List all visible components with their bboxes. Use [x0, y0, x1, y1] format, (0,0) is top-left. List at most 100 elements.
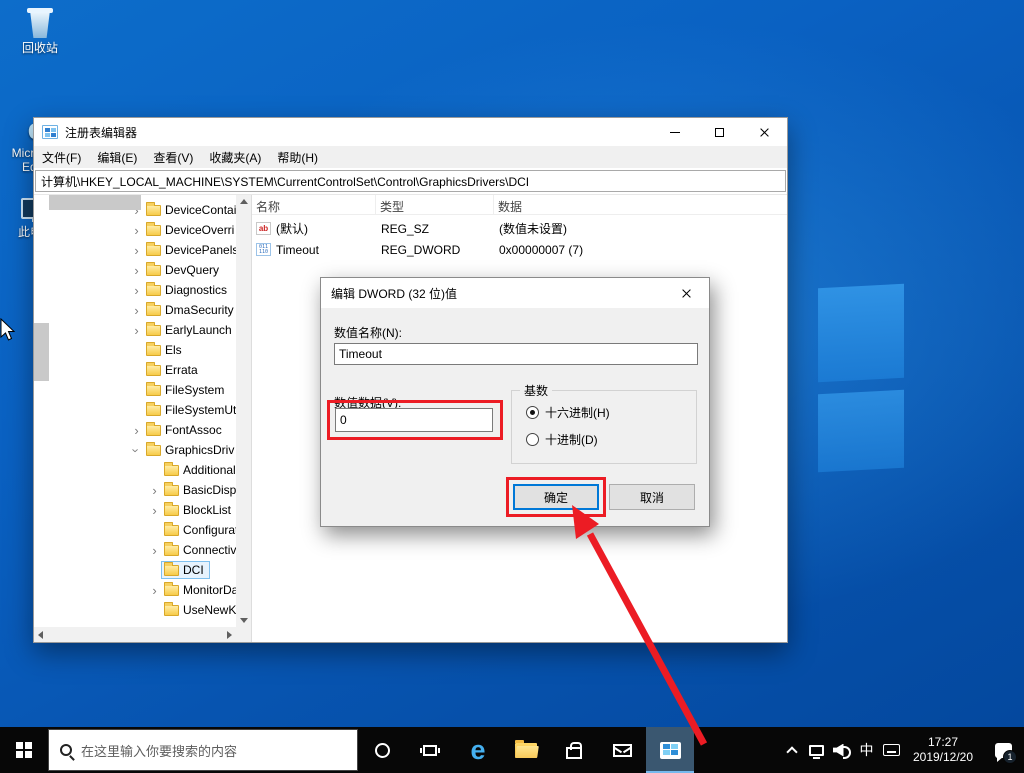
- chevron-right-icon[interactable]: [130, 224, 143, 237]
- value-data-input[interactable]: [335, 408, 493, 432]
- tree-item-FileSystemUti[interactable]: FileSystemUti: [34, 400, 236, 420]
- tree-node[interactable]: UseNewK: [161, 601, 236, 619]
- tree-node[interactable]: DeviceOverri: [143, 221, 236, 239]
- chevron-right-icon[interactable]: [130, 304, 143, 317]
- chevron-right-icon[interactable]: [148, 584, 161, 597]
- tree-item-MonitorDa[interactable]: MonitorDa: [34, 580, 236, 600]
- tree-node[interactable]: FileSystem: [143, 381, 230, 399]
- tree-horizontal-scrollbar[interactable]: [34, 627, 236, 642]
- menu-item-收藏夹(A)[interactable]: 收藏夹(A): [201, 146, 269, 168]
- chevron-right-icon[interactable]: [130, 264, 143, 277]
- tree-item-DmaSecurity[interactable]: DmaSecurity: [34, 300, 236, 320]
- chevron-right-icon[interactable]: [148, 504, 161, 517]
- dialog-close-button[interactable]: [664, 278, 709, 308]
- close-button[interactable]: [742, 118, 787, 146]
- tree-node[interactable]: DevicePanels: [143, 241, 236, 259]
- tree-node[interactable]: Additional: [161, 461, 236, 479]
- tree-item-FontAssoc[interactable]: FontAssoc: [34, 420, 236, 440]
- cortana-button[interactable]: [358, 727, 406, 773]
- dialog-titlebar[interactable]: 编辑 DWORD (32 位)值: [321, 278, 709, 308]
- tree-item-BlockList[interactable]: BlockList: [34, 500, 236, 520]
- tree-item-Diagnostics[interactable]: Diagnostics: [34, 280, 236, 300]
- tree-node[interactable]: Els: [143, 341, 188, 359]
- file-explorer-button[interactable]: [502, 727, 550, 773]
- tree-node[interactable]: Errata: [143, 361, 204, 379]
- chevron-down-icon[interactable]: [130, 444, 143, 457]
- tree-node[interactable]: BasicDispl: [161, 481, 236, 499]
- tree-vscroll-thumb[interactable]: [34, 323, 49, 381]
- tree-item-Additional[interactable]: Additional: [34, 460, 236, 480]
- store-button[interactable]: [550, 727, 598, 773]
- desktop-icon-recycle-bin[interactable]: 回收站: [12, 8, 68, 55]
- tree-node[interactable]: MonitorDa: [161, 581, 236, 599]
- tree-item-UseNewK[interactable]: UseNewK: [34, 600, 236, 620]
- registry-value-row[interactable]: (默认) REG_SZ (数值未设置): [252, 218, 787, 239]
- regedit-taskbar-button[interactable]: [646, 727, 694, 773]
- column-header-name[interactable]: 名称: [252, 195, 376, 214]
- menu-item-文件(F)[interactable]: 文件(F): [34, 146, 89, 168]
- tree-item-Els[interactable]: Els: [34, 340, 236, 360]
- tree-item-Configurat[interactable]: Configurat: [34, 520, 236, 540]
- tree-node[interactable]: Diagnostics: [143, 281, 233, 299]
- address-input[interactable]: [35, 170, 786, 192]
- tree-node[interactable]: GraphicsDriv: [143, 441, 236, 459]
- tree-vertical-scrollbar[interactable]: [236, 195, 251, 627]
- ok-button[interactable]: 确定: [513, 484, 599, 510]
- tree-item-FileSystem[interactable]: FileSystem: [34, 380, 236, 400]
- tree-item-DevQuery[interactable]: DevQuery: [34, 260, 236, 280]
- chevron-right-icon[interactable]: [130, 244, 143, 257]
- column-header-type[interactable]: 类型: [376, 195, 494, 214]
- tree-item-GraphicsDriv[interactable]: GraphicsDriv: [34, 440, 236, 460]
- tree-item-DCI[interactable]: DCI: [34, 560, 236, 580]
- tree-node[interactable]: BlockList: [161, 501, 236, 519]
- menu-item-编辑(E)[interactable]: 编辑(E): [89, 146, 145, 168]
- scroll-left-icon[interactable]: [38, 630, 43, 639]
- mail-button[interactable]: [598, 727, 646, 773]
- tree-node[interactable]: DevQuery: [143, 261, 225, 279]
- tree-node[interactable]: FontAssoc: [143, 421, 228, 439]
- taskbar-search-box[interactable]: 在这里输入你要搜索的内容: [48, 729, 358, 771]
- maximize-button[interactable]: [697, 118, 742, 146]
- ime-indicator[interactable]: 中: [854, 727, 879, 773]
- tree-node[interactable]: Configurat: [161, 521, 236, 539]
- edge-taskbar-button[interactable]: e: [454, 727, 502, 773]
- chevron-right-icon[interactable]: [130, 284, 143, 297]
- action-center-button[interactable]: 1: [982, 727, 1024, 773]
- value-name-input[interactable]: [334, 343, 698, 365]
- tray-expand-button[interactable]: [779, 727, 804, 773]
- menu-item-帮助(H)[interactable]: 帮助(H): [269, 146, 326, 168]
- chevron-right-icon[interactable]: [130, 324, 143, 337]
- menu-item-查看(V)[interactable]: 查看(V): [145, 146, 201, 168]
- chevron-right-icon[interactable]: [130, 424, 143, 437]
- registry-value-row[interactable]: Timeout REG_DWORD 0x00000007 (7): [252, 239, 787, 260]
- tree-item-DevicePanels[interactable]: DevicePanels: [34, 240, 236, 260]
- radio-decimal[interactable]: 十进制(D): [526, 431, 598, 448]
- tree-node[interactable]: DeviceContai: [143, 201, 236, 219]
- tree-item-DeviceOverri[interactable]: DeviceOverri: [34, 220, 236, 240]
- scroll-up-icon[interactable]: [239, 199, 248, 204]
- chevron-right-icon[interactable]: [148, 544, 161, 557]
- tree-node[interactable]: Connectivi: [161, 541, 236, 559]
- tree-node[interactable]: EarlyLaunch: [143, 321, 236, 339]
- tree-item-Errata[interactable]: Errata: [34, 360, 236, 380]
- chevron-right-icon[interactable]: [148, 484, 161, 497]
- column-header-data[interactable]: 数据: [494, 195, 787, 214]
- tree-node[interactable]: DCI: [161, 561, 210, 579]
- tree-hscroll-thumb[interactable]: [49, 195, 141, 210]
- tree-item-BasicDispl[interactable]: BasicDispl: [34, 480, 236, 500]
- tree-item-Connectivi[interactable]: Connectivi: [34, 540, 236, 560]
- touch-keyboard-button[interactable]: [879, 727, 904, 773]
- scroll-down-icon[interactable]: [239, 618, 248, 623]
- scroll-right-icon[interactable]: [227, 630, 232, 639]
- start-button[interactable]: [0, 727, 48, 773]
- task-view-button[interactable]: [406, 727, 454, 773]
- window-titlebar[interactable]: 注册表编辑器: [34, 118, 787, 146]
- volume-button[interactable]: [829, 727, 854, 773]
- minimize-button[interactable]: [652, 118, 697, 146]
- radio-hexadecimal[interactable]: 十六进制(H): [526, 404, 610, 421]
- network-button[interactable]: [804, 727, 829, 773]
- tree-node[interactable]: DmaSecurity: [143, 301, 236, 319]
- cancel-button[interactable]: 取消: [609, 484, 695, 510]
- tree-node[interactable]: FileSystemUti: [143, 401, 236, 419]
- taskbar-clock[interactable]: 17:27 2019/12/20: [904, 735, 982, 765]
